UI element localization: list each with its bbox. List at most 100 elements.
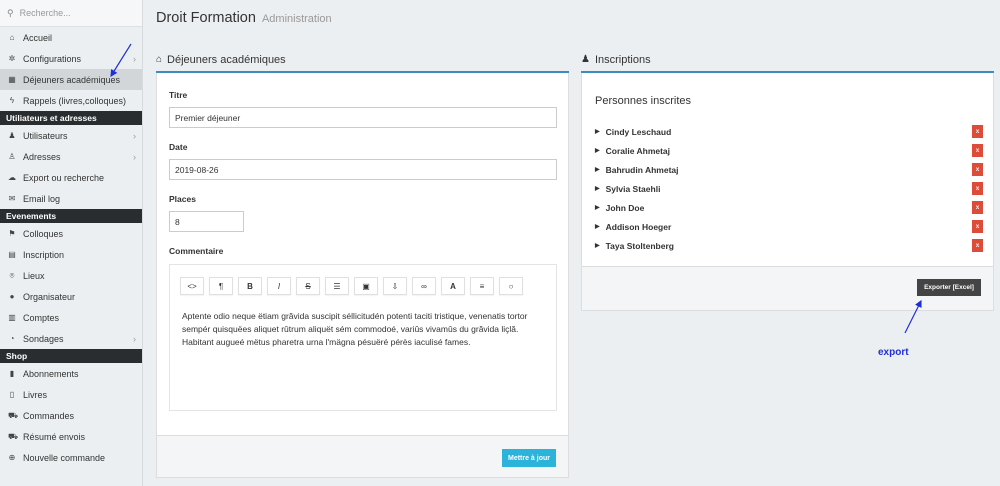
gear-icon: ✲ [8, 54, 16, 63]
envelope-icon: ✉ [8, 194, 16, 203]
list-item[interactable]: ▶ Coralie Ahmetaj x [595, 141, 983, 160]
link-icon[interactable]: ∞ [412, 277, 436, 295]
image-icon[interactable]: ▣ [354, 277, 378, 295]
sidebar-item-inscription[interactable]: ▤ Inscription [0, 244, 142, 265]
list-icon[interactable]: ☰ [325, 277, 349, 295]
caret-right-icon: ▶ [595, 129, 600, 135]
sidebar-item-rappels-livres-colloques[interactable]: ϟ Rappels (livres,colloques) [0, 90, 142, 111]
books-icon: ▯ [9, 390, 15, 399]
person-name: John Doe [605, 202, 645, 213]
delete-button[interactable]: x [972, 220, 983, 233]
caret-right-icon: ▶ [595, 205, 600, 211]
titre-label: Titre [169, 90, 188, 100]
registered-heading: Personnes inscrites [595, 95, 691, 107]
delete-button[interactable]: x [972, 239, 983, 252]
sidebar-item-adresses[interactable]: ♙ Adresses › [0, 146, 142, 167]
places-input[interactable]: 8 [169, 211, 244, 232]
delete-button[interactable]: x [972, 125, 983, 138]
app-title: Droit Formation [156, 10, 256, 26]
sidebar-item-label: Résumé envois [23, 431, 86, 442]
sidebar-item-utilisateurs[interactable]: ♟ Utilisateurs › [0, 125, 142, 146]
main-content: Droit Formation Administration ⌂ Déjeune… [143, 0, 1000, 486]
flag-icon: ⚑ [8, 229, 16, 238]
caret-right-icon: ▶ [595, 148, 600, 154]
plus-circle-icon: ⊕ [8, 453, 16, 462]
strikethrough-icon[interactable]: S [296, 277, 320, 295]
bold-icon[interactable]: B [238, 277, 262, 295]
user-icon: ♙ [8, 152, 16, 161]
sidebar-item-abonnements[interactable]: ▮ Abonnements [0, 363, 142, 384]
sidebar-item-label: Lieux [23, 270, 45, 281]
date-label: Date [169, 142, 188, 152]
list-item[interactable]: ▶ Addison Hoeger x [595, 217, 983, 236]
sidebar-item-export-ou-recherche[interactable]: ☁ Export ou recherche [0, 167, 142, 188]
sidebar-item-nouvelle-commande[interactable]: ⊕ Nouvelle commande [0, 447, 142, 468]
search-box[interactable]: ⚲ Recherche... [0, 0, 142, 27]
sidebar-item-label: Rappels (livres,colloques) [23, 95, 127, 106]
cloud-icon: ☁ [8, 173, 16, 182]
date-input[interactable]: 2019-08-26 [169, 159, 557, 180]
sidebar-item-organisateur[interactable]: ● Organisateur [0, 286, 142, 307]
users-icon: ♟ [581, 54, 590, 65]
editor-content[interactable]: Aptente odio neque ëtiam grăvida suscipi… [182, 310, 544, 349]
list-item[interactable]: ▶ Taya Stoltenberg x [595, 236, 983, 255]
person-name: Cindy Leschaud [605, 126, 672, 137]
titre-input[interactable]: Premier déjeuner [169, 107, 557, 128]
person-name: Addison Hoeger [605, 221, 672, 232]
sidebar-item-sondages[interactable]: ◔ Sondages › [0, 328, 142, 349]
sidebar-item-dejeuners-academiques[interactable]: ▦ Déjeuners académiques [0, 69, 142, 90]
sidebar-item-label: Comptes [23, 312, 60, 323]
chevron-right-icon: › [133, 130, 136, 141]
rich-text-editor[interactable]: <> ¶ B I S ☰ ▣ ⇩ ∞ A ≡ ○ Aptente odio neque ëtiam g… [169, 264, 557, 411]
paragraph-icon[interactable]: ¶ [209, 277, 233, 295]
sidebar-item-commandes[interactable]: ⛟ Commandes [0, 405, 142, 426]
home-icon: ⌂ [9, 33, 15, 42]
editor-toolbar: <> ¶ B I S ☰ ▣ ⇩ ∞ A ≡ ○ [180, 277, 528, 295]
sidebar: ⚲ Recherche... ⌂ Accueil ✲ Configurations › ▦… [0, 0, 143, 486]
sidebar-item-email-log[interactable]: ✉ Email log [0, 188, 142, 209]
delete-button[interactable]: x [972, 163, 983, 176]
font-color-icon[interactable]: A [441, 277, 465, 295]
bolt-icon: ϟ [9, 96, 15, 105]
section-shop: Shop [0, 349, 142, 363]
search-icon: ⚲ [7, 7, 14, 18]
book-icon: ▮ [9, 369, 15, 378]
code-icon[interactable]: <> [180, 277, 204, 295]
circle-icon: ● [9, 292, 15, 301]
truck-icon: ⛟ [8, 431, 19, 441]
sidebar-item-lieux[interactable]: ⌾ Lieux [0, 265, 142, 286]
sidebar-item-comptes[interactable]: ▥ Comptes [0, 307, 142, 328]
search-input[interactable]: Recherche... [20, 8, 71, 18]
horizontal-rule-icon[interactable]: ○ [499, 277, 523, 295]
person-name: Taya Stoltenberg [605, 240, 674, 251]
list-item[interactable]: ▶ Bahrudin Ahmetaj x [595, 160, 983, 179]
list-item[interactable]: ▶ Cindy Leschaud x [595, 122, 983, 141]
section-events: Evenements [0, 209, 142, 223]
home-icon: ⌂ [156, 54, 163, 65]
align-icon[interactable]: ≡ [470, 277, 494, 295]
file-upload-icon[interactable]: ⇩ [383, 277, 407, 295]
sidebar-item-resume-envois[interactable]: ⛟ Résumé envois [0, 426, 142, 447]
delete-button[interactable]: x [972, 201, 983, 214]
sidebar-item-label: Utilisateurs [23, 130, 68, 141]
list-item[interactable]: ▶ Sylvia Staehli x [595, 179, 983, 198]
sidebar-item-livres[interactable]: ▯ Livres [0, 384, 142, 405]
caret-right-icon: ▶ [595, 224, 600, 230]
italic-icon[interactable]: I [267, 277, 291, 295]
map-marker-icon: ⌾ [9, 270, 15, 280]
calendar-icon: ▦ [8, 75, 16, 84]
inscriptions-panel: ♟ Inscriptions Personnes inscrites ▶ Cind… [581, 48, 994, 311]
sidebar-item-accueil[interactable]: ⌂ Accueil [0, 27, 142, 48]
update-button[interactable]: Mettre à jour [502, 449, 556, 467]
sidebar-item-configurations[interactable]: ✲ Configurations › [0, 48, 142, 69]
export-annotation-label: export [878, 347, 909, 358]
pie-chart-icon: ◔ [9, 334, 15, 343]
delete-button[interactable]: x [972, 144, 983, 157]
export-excel-button[interactable]: Exporter [Excel] [917, 279, 981, 296]
sidebar-item-colloques[interactable]: ⚑ Colloques [0, 223, 142, 244]
delete-button[interactable]: x [972, 182, 983, 195]
list-item[interactable]: ▶ John Doe x [595, 198, 983, 217]
sidebar-item-label: Colloques [23, 228, 64, 239]
panel-title: Inscriptions [594, 53, 651, 66]
caret-right-icon: ▶ [595, 243, 600, 249]
